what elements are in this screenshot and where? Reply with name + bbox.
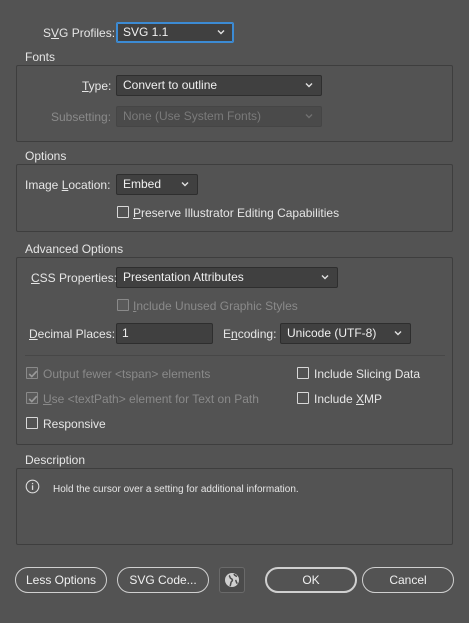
decimal-places-input[interactable]: 1 xyxy=(116,323,213,344)
responsive-label: Responsive xyxy=(43,417,106,431)
chevron-down-icon xyxy=(181,182,189,187)
description-text: Hold the cursor over a setting for addit… xyxy=(53,484,299,495)
type-dropdown[interactable]: Convert to outline xyxy=(116,75,322,96)
less-options-button[interactable]: Less Options xyxy=(15,567,107,593)
chevron-down-icon xyxy=(321,275,329,280)
css-properties-dropdown[interactable]: Presentation Attributes xyxy=(116,267,338,288)
include-slicing-data-checkbox[interactable] xyxy=(297,367,309,379)
options-group xyxy=(16,164,453,232)
image-location-label: Image Location: xyxy=(25,178,111,192)
advanced-divider xyxy=(25,355,445,356)
svg-profiles-label: SVG Profiles: xyxy=(43,26,116,40)
ok-button[interactable]: OK xyxy=(265,567,357,593)
decimal-places-label: Decimal Places: xyxy=(29,327,116,341)
description-group xyxy=(16,468,453,545)
web-preview-button[interactable] xyxy=(219,567,245,593)
type-label: Type: xyxy=(82,79,112,93)
encoding-label: Encoding: xyxy=(223,327,277,341)
subsetting-label: Subsetting: xyxy=(51,110,112,124)
checkmark-icon xyxy=(28,370,38,378)
image-location-dropdown[interactable]: Embed xyxy=(116,174,198,195)
include-unused-styles-checkbox[interactable] xyxy=(117,299,129,311)
info-icon xyxy=(25,479,40,494)
chevron-down-icon xyxy=(305,114,313,119)
cancel-button[interactable]: Cancel xyxy=(362,567,454,593)
responsive-checkbox[interactable] xyxy=(26,417,38,429)
description-title: Description xyxy=(25,453,86,467)
options-title: Options xyxy=(25,149,67,163)
css-properties-label: CSS Properties: xyxy=(31,271,118,285)
chevron-down-icon xyxy=(394,331,402,336)
use-textpath-checkbox[interactable] xyxy=(26,392,38,404)
chevron-down-icon xyxy=(217,30,225,35)
include-slicing-data-label: Include Slicing Data xyxy=(314,367,421,381)
include-xmp-checkbox[interactable] xyxy=(297,392,309,404)
use-textpath-label: Use <textPath> element for Text on Path xyxy=(43,392,259,406)
globe-icon xyxy=(225,573,239,587)
include-unused-styles-label: Include Unused Graphic Styles xyxy=(133,299,298,313)
output-fewer-tspan-checkbox[interactable] xyxy=(26,367,38,379)
svg-profiles-dropdown[interactable]: SVG 1.1 xyxy=(116,22,234,43)
advanced-options-title: Advanced Options xyxy=(25,242,124,256)
checkmark-icon xyxy=(28,395,38,403)
encoding-dropdown[interactable]: Unicode (UTF-8) xyxy=(280,323,411,344)
chevron-down-icon xyxy=(305,83,313,88)
preserve-editing-label: Preserve Illustrator Editing Capabilitie… xyxy=(133,206,340,220)
svg-code-button[interactable]: SVG Code... xyxy=(117,567,209,593)
include-xmp-label: Include XMP xyxy=(314,392,383,406)
preserve-editing-checkbox[interactable] xyxy=(117,206,129,218)
output-fewer-tspan-label: Output fewer <tspan> elements xyxy=(43,367,211,381)
subsetting-dropdown[interactable]: None (Use System Fonts) xyxy=(116,106,322,127)
fonts-title: Fonts xyxy=(25,50,56,64)
